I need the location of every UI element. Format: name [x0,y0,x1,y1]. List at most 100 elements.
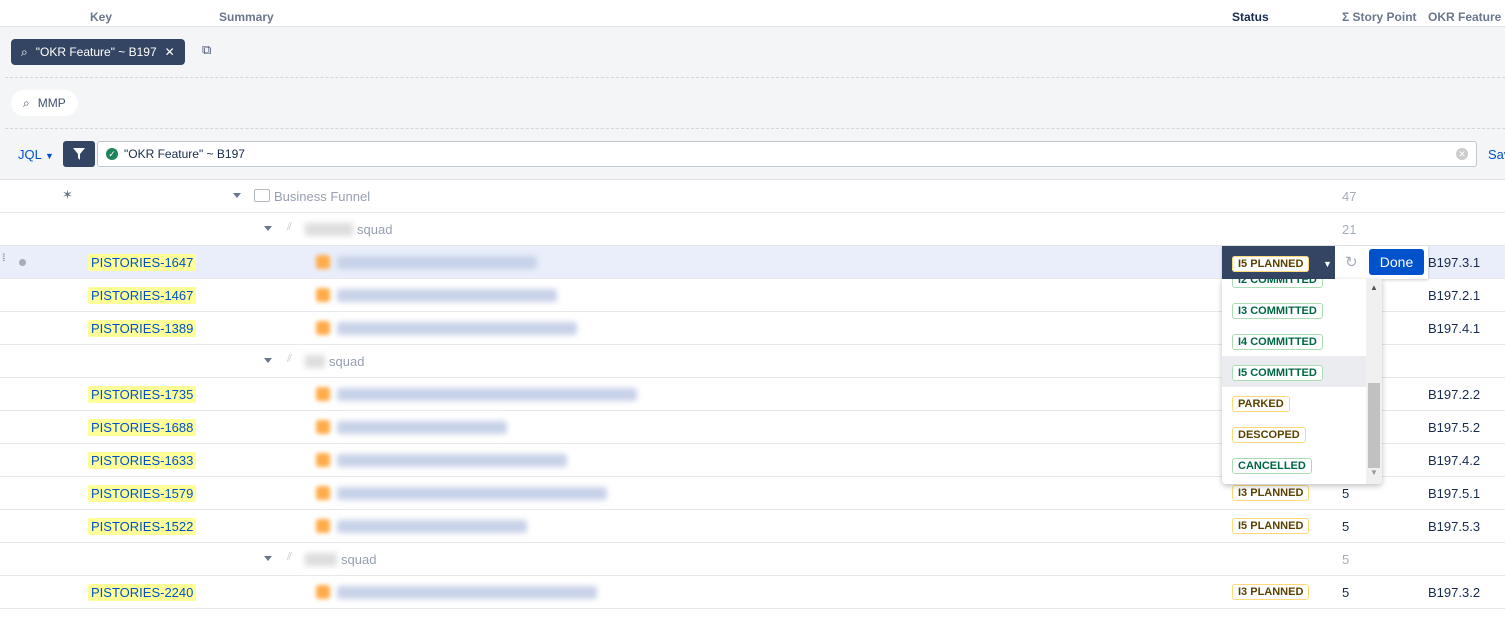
blurred-summary[interactable] [337,487,607,500]
status-lozenge[interactable]: I5 PLANNED [1232,518,1310,534]
group-row[interactable]: ⫽ squad 5 [0,543,1505,576]
group-row[interactable]: ⫽ squad 21 [0,213,1505,246]
blurred-squad-name [305,553,337,566]
okr-feature-value: B197.3.2 [1428,585,1481,600]
add-layer-icon[interactable]: ⧉ [202,42,211,58]
status-option[interactable]: I3 COMMITTED [1222,294,1366,325]
column-key[interactable]: Key [90,10,112,24]
blurred-summary[interactable] [337,421,507,434]
okr-feature-value: B197.5.1 [1428,486,1481,501]
points-sum: 47 [1342,189,1357,204]
clear-icon[interactable]: ✕ [1456,148,1468,160]
column-story-points[interactable]: Σ Story Point [1342,10,1417,24]
blurred-summary[interactable] [337,454,567,467]
squad-icon: ⫽ [287,353,292,365]
jql-query-text: "OKR Feature" ~ B197 [124,147,245,161]
issue-key-link[interactable]: PISTORIES-1688 [88,419,197,436]
column-summary[interactable]: Summary [219,10,274,24]
drag-handle-icon[interactable]: ⁞⁞ [2,253,5,264]
issue-type-icon [316,321,330,335]
issue-key-link[interactable]: PISTORIES-1647 [88,254,197,271]
magic-wand-icon[interactable]: ✶ [62,187,73,203]
save-link[interactable]: Sav [1488,147,1505,162]
jql-input[interactable]: ✓ "OKR Feature" ~ B197 ✕ [97,141,1477,167]
issue-type-icon [316,387,330,401]
status-option[interactable]: I2 COMMITTED [1222,279,1366,294]
squad-icon: ⫽ [287,551,292,563]
blurred-summary[interactable] [337,256,537,269]
status-lozenge[interactable]: I3 PLANNED [1232,485,1310,501]
filter-button[interactable] [63,141,95,167]
issue-type-icon [316,420,330,434]
close-icon[interactable]: ✕ [165,45,175,59]
status-option-lozenge: PARKED [1232,396,1290,412]
okr-feature-value: B197.2.2 [1428,387,1481,402]
issue-key-link[interactable]: PISTORIES-1467 [88,287,197,304]
blurred-squad-name [305,223,353,236]
okr-feature-value: B197.5.2 [1428,420,1481,435]
scroll-up-icon[interactable]: ▲ [1370,283,1378,292]
collapse-caret-icon[interactable] [264,226,272,231]
status-editor: I5 PLANNED ▼ ↻ Done [1222,246,1428,279]
okr-feature-value: B197.4.2 [1428,453,1481,468]
group-label: squad [341,552,377,567]
points-sum: 5 [1342,552,1350,567]
blurred-summary[interactable] [337,586,597,599]
column-okr-feature[interactable]: OKR Feature [1428,10,1501,24]
issue-key-link[interactable]: PISTORIES-1389 [88,320,197,337]
collapse-caret-icon[interactable] [264,556,272,561]
issue-key-link[interactable]: PISTORIES-1633 [88,452,197,469]
issue-type-icon [316,585,330,599]
status-dropdown: CANCELLED DESCOPED PARKED I5 COMMITTED I4 CO… [1222,279,1382,484]
saved-filter-chip[interactable]: ⌕ MMP [11,90,78,116]
status-lozenge[interactable]: I3 PLANNED [1232,584,1310,600]
status-option[interactable]: DESCOPED [1222,418,1366,449]
done-button[interactable]: Done [1369,249,1424,275]
blurred-squad-name [305,355,325,368]
blurred-summary[interactable] [337,520,527,533]
issue-key-link[interactable]: PISTORIES-2240 [88,584,197,601]
filter-panel: ⌕ "OKR Feature" ~ B197 ✕ ⧉ ⌕ MMP JQL ▼ ✓… [0,27,1505,180]
row-dot-icon [19,259,26,266]
status-option[interactable]: CANCELLED [1222,449,1366,480]
scrollbar-thumb[interactable] [1368,383,1380,468]
status-option[interactable]: I4 COMMITTED [1222,325,1366,356]
collapse-caret-icon[interactable] [233,193,241,198]
status-select[interactable]: I5 PLANNED ▼ [1222,246,1335,279]
blurred-summary[interactable] [337,322,577,335]
okr-feature-value: B197.4.1 [1428,321,1481,336]
status-option-lozenge: DESCOPED [1232,427,1306,443]
okr-feature-value: B197.2.1 [1428,288,1481,303]
issue-key-link[interactable]: PISTORIES-1579 [88,485,197,502]
status-option[interactable]: I5 COMMITTED [1222,356,1366,387]
issue-key-link[interactable]: PISTORIES-1522 [88,518,197,535]
scrollbar[interactable]: ▲ ▼ [1366,279,1382,484]
squad-icon: ⫽ [287,221,292,233]
blurred-summary[interactable] [337,289,557,302]
status-option[interactable]: PARKED [1222,387,1366,418]
active-filter-chip[interactable]: ⌕ "OKR Feature" ~ B197 ✕ [11,39,185,65]
column-status[interactable]: Status [1232,10,1269,24]
status-option-lozenge: I2 COMMITTED [1232,279,1323,288]
structure-root-row[interactable]: ✶ Business Funnel 47 [0,180,1505,213]
folder-label: Business Funnel [274,189,371,204]
issue-row[interactable]: PISTORIES-1522 I5 PLANNED 5 B197.5.3 [0,510,1505,543]
folder-icon [254,189,270,202]
column-header: Key Summary Status Σ Story Point OKR Fea… [0,0,1505,27]
active-filter-label: "OKR Feature" ~ B197 [35,45,157,59]
issue-key-link[interactable]: PISTORIES-1735 [88,386,197,403]
collapse-caret-icon[interactable] [264,358,272,363]
jql-mode-label: JQL [18,147,42,162]
blurred-summary[interactable] [337,388,637,401]
okr-feature-value: B197.5.3 [1428,519,1481,534]
saved-search-icon: ⌕ [23,95,30,110]
points-sum: 21 [1342,222,1357,237]
story-points: 5 [1342,519,1350,534]
current-status-lozenge: I5 PLANNED [1232,256,1310,272]
scroll-down-icon[interactable]: ▼ [1370,468,1378,477]
issue-row[interactable]: PISTORIES-2240 I3 PLANNED 5 B197.3.2 [0,576,1505,609]
issue-type-icon [316,255,330,269]
undo-icon[interactable]: ↻ [1345,253,1358,271]
jql-mode-dropdown[interactable]: JQL ▼ [18,147,54,162]
status-option-lozenge: I5 COMMITTED [1232,365,1323,381]
